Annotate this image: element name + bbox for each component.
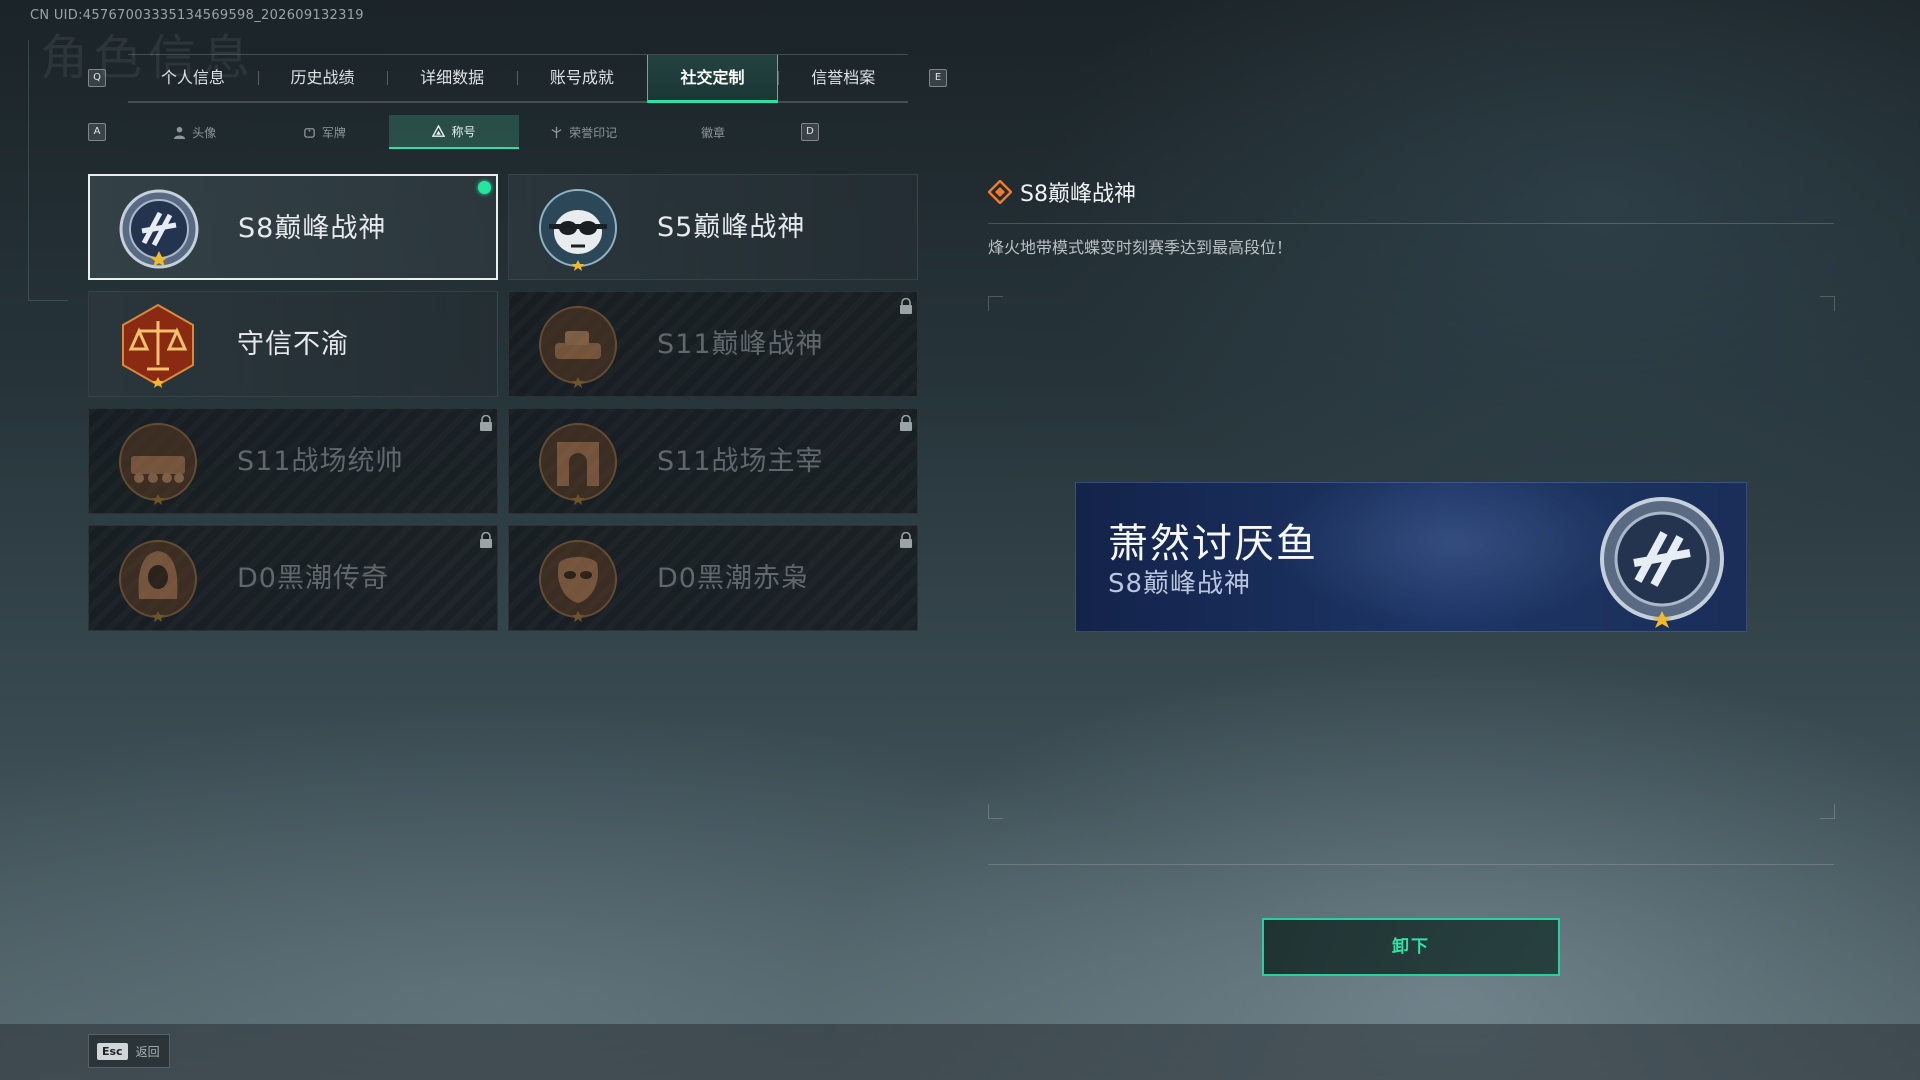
title-grid: S8巅峰战神 S5巅峰战神 守信不渝 S11巅峰战神 S11战场统帅 S11战场… xyxy=(88,174,918,631)
lock-icon xyxy=(480,415,492,431)
title-name: D0黑潮传奇 xyxy=(237,563,389,594)
title-name: D0黑潮赤枭 xyxy=(657,563,809,594)
esc-key-hint: Esc xyxy=(97,1042,128,1060)
nameplate-player-name: 萧然讨厌鱼 xyxy=(1108,521,1318,567)
equipped-indicator xyxy=(478,181,491,194)
title-card[interactable]: S5巅峰战神 xyxy=(508,174,918,280)
title-name: S11巅峰战神 xyxy=(657,329,824,360)
detail-header: S8巅峰战神 xyxy=(988,176,1136,208)
subtab-dogtag-label: 军牌 xyxy=(321,125,346,140)
divider xyxy=(988,223,1834,224)
back-label: 返回 xyxy=(135,1044,160,1059)
tab-credit-record[interactable]: 信誉档案 xyxy=(778,55,908,101)
subtab-dogtag[interactable]: 军牌 xyxy=(260,115,390,149)
title-card[interactable]: 守信不渝 xyxy=(88,291,498,397)
skull-goggles-badge-icon xyxy=(539,189,617,271)
subtab-title[interactable]: 称号 xyxy=(389,115,519,149)
tab-match-history[interactable]: 历史战绩 xyxy=(257,55,388,101)
subtab-avatar-label: 头像 xyxy=(192,125,217,140)
s8-peak-badge-icon xyxy=(1600,497,1724,628)
frame-corner xyxy=(988,296,1003,311)
divider xyxy=(988,864,1834,865)
title-name: S8巅峰战神 xyxy=(238,213,387,244)
honor-mark-icon xyxy=(551,126,562,138)
key-hint-d: D xyxy=(801,123,819,141)
tank-badge-icon xyxy=(539,306,617,388)
frame-corner xyxy=(1820,296,1835,311)
frame-corner xyxy=(988,804,1003,819)
subtab-badge-label: 徽章 xyxy=(701,125,726,140)
sub-tab-bar: 头像 军牌 称号 荣誉印记 徽章 xyxy=(130,115,778,149)
title-card[interactable]: S8巅峰战神 xyxy=(88,174,498,280)
s8-peak-badge-icon xyxy=(119,189,199,269)
subtab-title-label: 称号 xyxy=(451,124,476,139)
key-hint-a: A xyxy=(88,123,106,141)
lock-icon xyxy=(900,415,912,431)
frame-corner xyxy=(1820,804,1835,819)
title-name: 守信不渝 xyxy=(237,329,349,360)
nameplate-preview: 萧然讨厌鱼 S8巅峰战神 xyxy=(1075,482,1747,632)
title-card[interactable]: S11战场统帅 xyxy=(88,408,498,514)
key-hint-q: Q xyxy=(88,69,106,87)
subtab-honor-mark[interactable]: 荣誉印记 xyxy=(519,115,649,149)
title-card[interactable]: D0黑潮传奇 xyxy=(88,525,498,631)
dogtag-icon xyxy=(304,127,315,138)
main-tab-bar: 个人信息 历史战绩 详细数据 账号成就 社交定制 信誉档案 xyxy=(128,54,908,103)
mask-badge-icon xyxy=(539,540,617,622)
title-card[interactable]: S11巅峰战神 xyxy=(508,291,918,397)
frame-line xyxy=(28,40,29,300)
tab-personal-info[interactable]: 个人信息 xyxy=(128,55,258,101)
subtab-avatar[interactable]: 头像 xyxy=(130,115,260,149)
back-button[interactable]: Esc 返回 xyxy=(88,1034,170,1068)
tab-achievements[interactable]: 账号成就 xyxy=(517,55,647,101)
person-icon xyxy=(174,126,186,139)
key-hint-e: E xyxy=(929,69,947,87)
hooded-figure-badge-icon xyxy=(119,540,197,622)
lock-icon xyxy=(900,298,912,314)
detail-description: 烽火地带模式蝶变时刻赛季达到最高段位！ xyxy=(988,238,1293,257)
title-triangle-icon xyxy=(432,124,446,137)
unequip-button[interactable]: 卸下 xyxy=(1262,918,1560,976)
title-card[interactable]: D0黑潮赤枭 xyxy=(508,525,918,631)
diamond-marker-icon xyxy=(988,180,1012,204)
arch-badge-icon xyxy=(539,423,617,505)
subtab-honor-mark-label: 荣誉印记 xyxy=(569,125,618,140)
title-name: S11战场统帅 xyxy=(237,446,404,477)
tab-detailed-data[interactable]: 详细数据 xyxy=(387,55,517,101)
lock-icon xyxy=(900,532,912,548)
lock-icon xyxy=(480,532,492,548)
tab-social-customization[interactable]: 社交定制 xyxy=(646,55,779,103)
detail-title: S8巅峰战神 xyxy=(1020,182,1136,207)
armored-vehicle-badge-icon xyxy=(119,423,197,505)
title-name: S5巅峰战神 xyxy=(657,212,806,243)
footer-bar xyxy=(0,1024,1920,1080)
subtab-badge[interactable]: 徽章 xyxy=(648,115,778,149)
frame-line xyxy=(28,300,68,301)
title-name: S11战场主宰 xyxy=(657,446,824,477)
title-card[interactable]: S11战场主宰 xyxy=(508,408,918,514)
nameplate-title: S8巅峰战神 xyxy=(1108,569,1252,599)
scales-badge-icon xyxy=(122,303,194,388)
